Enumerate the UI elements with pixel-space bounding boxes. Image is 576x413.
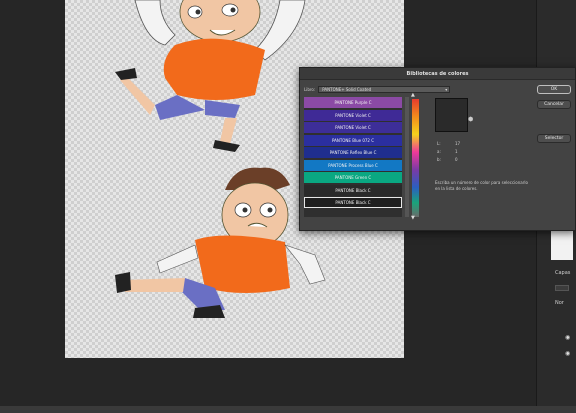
swatch-item[interactable]: PANTONE Black C	[304, 197, 402, 208]
layer-filter-button[interactable]	[555, 285, 569, 291]
chevron-down-icon: ▾	[445, 87, 448, 92]
picker-button[interactable]: Selector	[537, 134, 571, 143]
cancel-button[interactable]: Cancelar	[537, 100, 571, 109]
eye-icon[interactable]: ◉	[565, 334, 570, 341]
lab-b-value: 0	[455, 157, 458, 162]
lab-l-label: L:	[437, 141, 441, 146]
hint-text: Escriba un número de color para seleccio…	[435, 180, 528, 191]
layers-label: Capas	[555, 270, 571, 276]
book-row: Libro: PANTONE+ Solid Coated ▾	[304, 86, 451, 93]
book-label: Libro:	[304, 87, 316, 92]
swatch-item[interactable]: PANTONE Reflex Blue C	[304, 147, 402, 158]
cube-warning-icon[interactable]: ⬢	[468, 116, 473, 123]
lab-values: L: 17 a: 1 b: 0	[437, 140, 460, 164]
blend-mode-label[interactable]: Nor	[555, 300, 564, 306]
swatch-scrollbar[interactable]	[405, 97, 409, 217]
ok-button[interactable]: OK	[537, 85, 571, 94]
swatch-item[interactable]: PANTONE Violet C	[304, 109, 402, 121]
book-select[interactable]: PANTONE+ Solid Coated ▾	[318, 86, 451, 93]
lab-l-value: 17	[455, 141, 461, 146]
swatch-list[interactable]: PANTONE Purple C PANTONE Violet C PANTONE …	[304, 97, 402, 217]
color-ramp-slider[interactable]	[412, 99, 419, 217]
ramp-up-arrow-icon[interactable]: ▲	[411, 92, 415, 98]
eye-icon[interactable]: ◉	[565, 350, 570, 357]
swatch-item[interactable]: PANTONE Green C	[304, 172, 402, 183]
lab-a-label: a:	[437, 149, 441, 154]
book-select-value: PANTONE+ Solid Coated	[322, 87, 372, 92]
swatch-item[interactable]: PANTONE Violet C	[304, 122, 402, 133]
lab-a-value: 1	[455, 149, 458, 154]
dialog-title: Bibliotecas de colores	[300, 68, 575, 80]
swatch-item[interactable]: PANTONE Purple C	[304, 97, 402, 108]
photoshop-app: Capas Nor ◉ ◉ Bibliotecas de colores Lib…	[0, 0, 576, 413]
color-preview	[435, 98, 468, 132]
swatch-item[interactable]: PANTONE Blue 072 C	[304, 134, 402, 146]
swatch-item[interactable]: PANTONE Black C	[304, 184, 402, 196]
status-bar	[0, 406, 576, 413]
ramp-down-arrow-icon[interactable]: ▼	[411, 215, 415, 221]
lab-b-label: b:	[437, 157, 441, 162]
color-libraries-dialog: Bibliotecas de colores Libro: PANTONE+ S…	[299, 67, 576, 231]
swatch-item[interactable]: PANTONE Process Blue C	[304, 159, 402, 171]
